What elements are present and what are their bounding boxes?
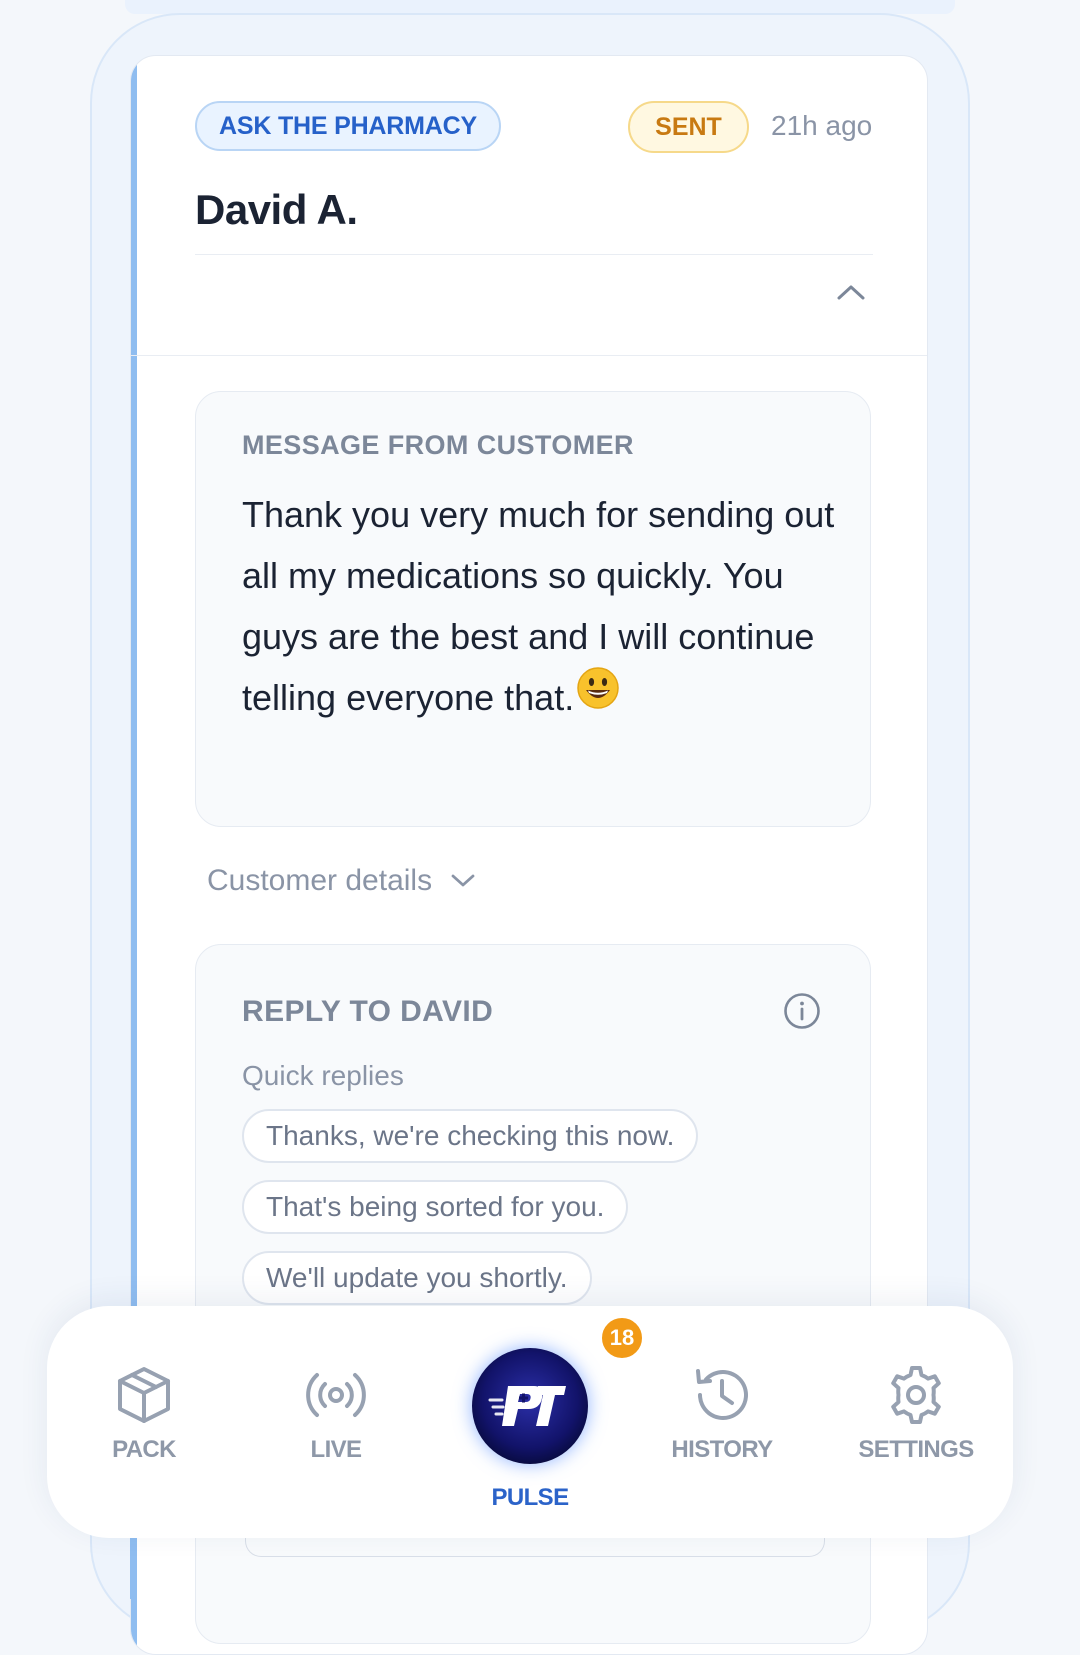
card-header: ASK THE PHARMACY SENT 21h ago David A.	[131, 56, 927, 356]
customer-details-label: Customer details	[207, 864, 433, 897]
notification-badge: 18	[600, 1316, 644, 1360]
status-badge: SENT	[628, 101, 749, 153]
info-icon	[784, 993, 820, 1029]
message-text: Thank you very much for sending out all …	[242, 494, 835, 718]
nav-item-pack[interactable]: PACK	[64, 1364, 224, 1464]
broadcast-icon	[306, 1373, 366, 1417]
chevron-down-icon	[451, 874, 475, 887]
customer-name: David A.	[195, 186, 358, 233]
reply-label: REPLY TO DAVID	[242, 995, 494, 1028]
info-button[interactable]	[782, 991, 822, 1031]
nav-label: LIVE	[310, 1436, 363, 1463]
card-accent-stripe	[130, 1538, 136, 1599]
nav-item-history[interactable]: HISTORY	[642, 1364, 802, 1464]
quick-reply-chip[interactable]: That's being sorted for you.	[242, 1180, 629, 1234]
nav-item-live[interactable]: LIVE	[256, 1364, 416, 1464]
divider	[131, 355, 927, 356]
nav-label: PACK	[112, 1436, 176, 1463]
collapse-button[interactable]	[829, 270, 873, 314]
bottom-nav-bar: PACK LIVE 18 PULSE HISTORY SETTINGS	[47, 1306, 1013, 1538]
quick-replies-label: Quick replies	[242, 1060, 404, 1091]
quick-reply-chip[interactable]: We'll update you shortly.	[242, 1251, 592, 1305]
grinning-face-emoji-icon	[576, 666, 620, 728]
box-icon	[118, 1367, 170, 1423]
nav-label: HISTORY	[671, 1436, 773, 1463]
nav-label-pulse: PULSE	[491, 1484, 569, 1511]
top-strip	[125, 0, 955, 14]
timestamp: 21h ago	[771, 110, 873, 141]
chevron-up-icon	[837, 285, 865, 300]
pulse-button[interactable]	[472, 1348, 588, 1464]
nav-label: SETTINGS	[858, 1436, 974, 1463]
input-field-edge	[245, 1538, 825, 1557]
customer-details-toggle[interactable]: Customer details	[207, 864, 476, 898]
message-label: MESSAGE FROM CUSTOMER	[242, 430, 634, 460]
category-badge: ASK THE PHARMACY	[195, 101, 501, 151]
divider	[195, 254, 873, 255]
history-icon	[696, 1369, 748, 1420]
pt-logo-icon	[488, 1386, 566, 1426]
message-body: Thank you very much for sending out all …	[242, 484, 842, 728]
gear-icon	[891, 1366, 941, 1424]
customer-message-box: MESSAGE FROM CUSTOMER Thank you very muc…	[195, 391, 871, 827]
nav-item-settings[interactable]: SETTINGS	[836, 1364, 996, 1464]
quick-reply-chip[interactable]: Thanks, we're checking this now.	[242, 1109, 699, 1163]
